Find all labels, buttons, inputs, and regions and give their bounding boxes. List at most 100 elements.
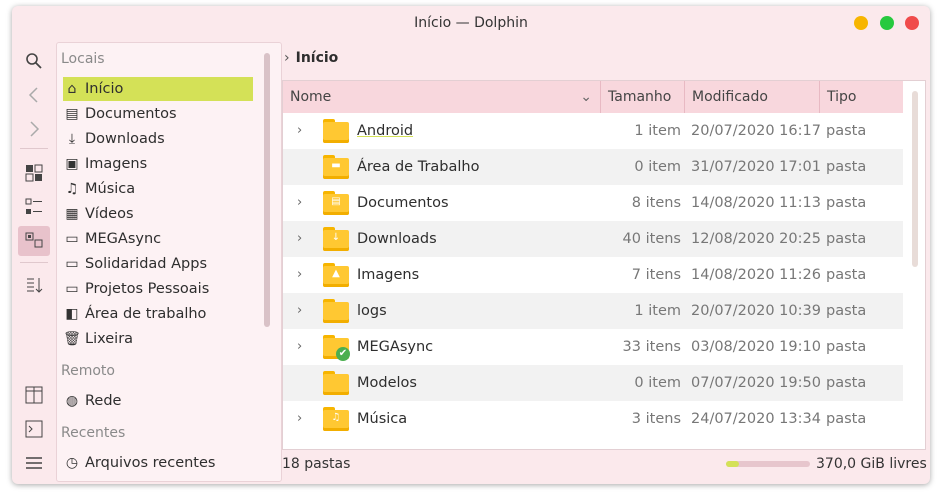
- places-item[interactable]: ▤ Documentos: [63, 102, 253, 126]
- folder-icon: [323, 299, 349, 323]
- file-type: pasta: [826, 195, 867, 211]
- dolphin-window: Início — Dolphin Locais ⌂ Início ▤ Docum…: [12, 6, 930, 484]
- sort-icon[interactable]: [18, 270, 50, 300]
- download-icon: ⤓: [68, 131, 76, 147]
- recent-icon: ◷: [65, 455, 79, 471]
- split-icon[interactable]: [18, 380, 50, 410]
- file-name: Imagens: [357, 267, 420, 283]
- file-type: pasta: [826, 411, 867, 427]
- file-row[interactable]: › ♫ Música 3 itens 24/07/2020 13:34 pasta: [283, 401, 903, 437]
- places-item-label: Início: [85, 81, 124, 97]
- breadcrumb[interactable]: › Início: [284, 50, 338, 66]
- folder-icon: ▬: [323, 155, 349, 179]
- file-row[interactable]: › ↓ Downloads 40 itens 12/08/2020 20:25 pasta: [283, 221, 903, 257]
- file-type: pasta: [826, 123, 867, 139]
- places-item[interactable]: ♫ Música: [63, 177, 253, 201]
- file-type: pasta: [826, 375, 867, 391]
- file-size: 7 itens: [631, 267, 681, 283]
- file-type: pasta: [826, 159, 867, 175]
- column-size[interactable]: Tamanho: [601, 81, 685, 113]
- places-item[interactable]: ⌂ Início: [63, 77, 253, 101]
- places-item[interactable]: 🗑 Lixeira: [63, 327, 253, 351]
- music-icon: ♫: [65, 181, 79, 197]
- chevron-down-icon: ⌄: [580, 89, 592, 105]
- desktop-icon: ◧: [65, 306, 79, 322]
- file-type: pasta: [826, 303, 867, 319]
- file-modified: 20/07/2020 10:39: [691, 303, 821, 319]
- terminal-icon[interactable]: [18, 414, 50, 444]
- expand-arrow-icon[interactable]: ›: [297, 401, 302, 437]
- expand-arrow-icon[interactable]: ›: [297, 257, 302, 293]
- places-item[interactable]: ◧ Área de trabalho: [63, 302, 253, 326]
- column-modified[interactable]: Modificado: [685, 81, 820, 113]
- places-item-label: Vídeos: [85, 206, 134, 222]
- home-icon: ⌂: [67, 81, 77, 97]
- places-item-label: Imagens: [85, 156, 148, 172]
- folder-icon: ▭: [65, 281, 79, 297]
- free-space-fill: [726, 461, 739, 467]
- folder-icon: ▭: [65, 231, 79, 247]
- expand-arrow-icon[interactable]: ›: [297, 329, 302, 365]
- file-view-scrollbar[interactable]: [912, 91, 918, 267]
- toolbar-separator: [20, 148, 48, 149]
- file-row[interactable]: › Android 1 item 20/07/2020 16:17 pasta: [283, 113, 903, 149]
- file-modified: 07/07/2020 19:50: [691, 375, 821, 391]
- places-item[interactable]: ◍ Rede: [63, 389, 253, 413]
- file-size: 3 itens: [631, 411, 681, 427]
- places-item[interactable]: ▭ Solidaridad Apps: [63, 252, 253, 276]
- file-modified: 31/07/2020 17:01: [691, 159, 821, 175]
- places-item-label: MEGAsync: [85, 231, 162, 247]
- file-name: Área de Trabalho: [357, 159, 480, 175]
- expand-arrow-icon[interactable]: ›: [297, 221, 302, 257]
- column-type[interactable]: Tipo: [820, 81, 903, 113]
- file-size: 40 itens: [622, 231, 681, 247]
- places-item[interactable]: ◷ Arquivos recentes: [63, 451, 253, 475]
- trash-icon: 🗑: [63, 331, 81, 347]
- places-item-label: Solidaridad Apps: [85, 256, 207, 272]
- minimize-button[interactable]: [854, 16, 868, 30]
- expand-arrow-icon[interactable]: ›: [297, 113, 302, 149]
- places-item-label: Música: [85, 181, 136, 197]
- compact-view-icon[interactable]: [18, 192, 50, 222]
- places-scrollbar[interactable]: [264, 53, 270, 327]
- folder-icon: ✔: [323, 335, 350, 361]
- forward-icon[interactable]: [18, 114, 50, 144]
- places-item[interactable]: ▭ MEGAsync: [63, 227, 253, 251]
- folder-icon: ▤: [323, 191, 349, 215]
- back-icon[interactable]: [18, 80, 50, 110]
- file-modified: 14/08/2020 11:26: [691, 267, 821, 283]
- folder-icon: ▭: [65, 256, 79, 272]
- file-row[interactable]: › ▲ Imagens 7 itens 14/08/2020 11:26 pasta: [283, 257, 903, 293]
- maximize-button[interactable]: [880, 16, 894, 30]
- section-locais: Locais: [61, 51, 105, 67]
- search-icon[interactable]: [18, 46, 50, 76]
- file-row[interactable]: › ▤ Documentos 8 itens 14/08/2020 11:13 pasta: [283, 185, 903, 221]
- file-row[interactable]: › logs 1 item 20/07/2020 10:39 pasta: [283, 293, 903, 329]
- file-name: MEGAsync: [357, 339, 434, 355]
- places-item-label: Lixeira: [85, 331, 134, 347]
- close-button[interactable]: [905, 16, 919, 30]
- file-row[interactable]: Modelos 0 item 07/07/2020 19:50 pasta: [283, 365, 903, 401]
- section-recentes: Recentes: [61, 425, 126, 441]
- places-item[interactable]: ▣ Imagens: [63, 152, 253, 176]
- file-row[interactable]: › ✔ MEGAsync 33 itens 03/08/2020 19:10 pasta: [283, 329, 903, 365]
- places-panel: Locais ⌂ Início ▤ Documentos ⤓ Downloads ▣ Imag…: [56, 42, 282, 482]
- details-view-icon[interactable]: [18, 226, 50, 256]
- file-size: 1 item: [634, 303, 681, 319]
- places-item[interactable]: ▦ Vídeos: [63, 202, 253, 226]
- file-size: 33 itens: [622, 339, 681, 355]
- icons-view-icon[interactable]: [18, 158, 50, 188]
- places-item[interactable]: ▭ Projetos Pessoais: [63, 277, 253, 301]
- expand-arrow-icon[interactable]: ›: [297, 293, 302, 329]
- places-item[interactable]: ⤓ Downloads: [63, 127, 253, 151]
- places-item-label: Rede: [85, 393, 122, 409]
- file-modified: 24/07/2020 13:34: [691, 411, 821, 427]
- expand-arrow-icon[interactable]: ›: [297, 185, 302, 221]
- folder-icon: ♫: [323, 407, 349, 431]
- column-name[interactable]: Nome ⌄: [283, 81, 601, 113]
- file-modified: 03/08/2020 19:10: [691, 339, 821, 355]
- menu-icon[interactable]: [18, 448, 50, 478]
- titlebar: Início — Dolphin: [12, 6, 930, 40]
- file-row[interactable]: ▬ Área de Trabalho 0 item 31/07/2020 17:01 p…: [283, 149, 903, 185]
- places-item-label: Arquivos recentes: [85, 455, 216, 471]
